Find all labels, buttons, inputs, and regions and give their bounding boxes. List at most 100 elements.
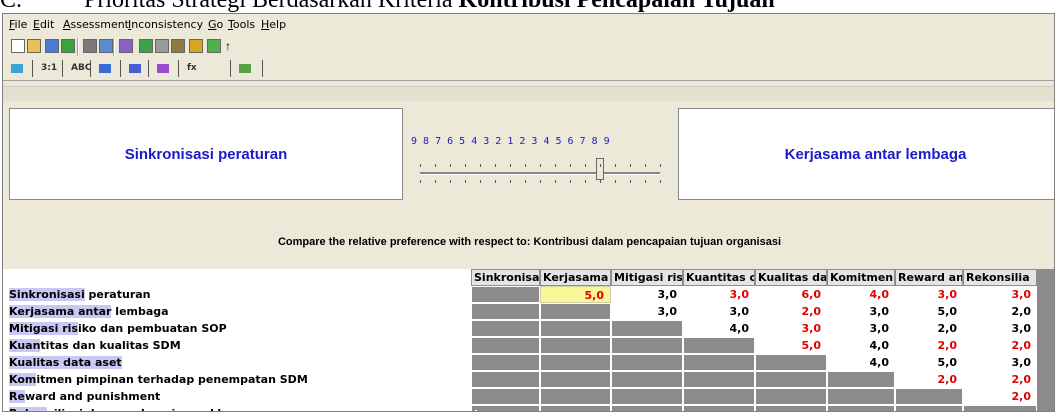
- row-label[interactable]: Rekonsiliasi dan pendampingan khusus: [9, 405, 471, 411]
- menu-inconsistency[interactable]: Inconsistency: [128, 18, 203, 31]
- column-header[interactable]: Kerjasama: [540, 269, 611, 286]
- matrix-cell-empty[interactable]: [471, 286, 540, 303]
- matrix-cell-empty[interactable]: [755, 405, 827, 411]
- menu-go[interactable]: Go: [208, 18, 223, 31]
- column-header[interactable]: Rekonsilia: [963, 269, 1037, 286]
- matrix-cell-empty[interactable]: [611, 371, 683, 388]
- matrix-cell[interactable]: 2,0: [895, 371, 963, 388]
- row-label[interactable]: Reward and punishment: [9, 388, 471, 405]
- matrix-cell[interactable]: 3,0: [683, 303, 755, 320]
- matrix-cell[interactable]: 3,0: [963, 320, 1037, 337]
- sync-icon[interactable]: [189, 39, 203, 53]
- row-label[interactable]: Mitigasi risiko dan pembuatan SOP: [9, 320, 471, 337]
- preview-icon[interactable]: [99, 39, 113, 53]
- column-header[interactable]: Komitmen: [827, 269, 895, 286]
- matrix-cell[interactable]: 2,0: [895, 337, 963, 354]
- column-header[interactable]: Reward an: [895, 269, 963, 286]
- tab-pairwise-verbal[interactable]: ABC: [67, 60, 91, 77]
- row-label[interactable]: Kuantitas dan kualitas SDM: [9, 337, 471, 354]
- menu-file[interactable]: File: [9, 18, 27, 31]
- row-label[interactable]: Kerjasama antar lembaga: [9, 303, 471, 320]
- row-label[interactable]: Komitmen pimpinan terhadap penempatan SD…: [9, 371, 471, 388]
- matrix-cell[interactable]: 3,0: [827, 320, 895, 337]
- matrix-cell-empty[interactable]: [471, 371, 540, 388]
- matrix-cell[interactable]: 5,0: [895, 303, 963, 320]
- arrow-up-icon[interactable]: ↑: [225, 39, 239, 53]
- matrix-cell[interactable]: 4,0: [827, 286, 895, 303]
- model-icon[interactable]: [119, 39, 133, 53]
- matrix-cell-empty[interactable]: [611, 320, 683, 337]
- matrix-cell-empty[interactable]: [683, 371, 755, 388]
- menu-tools[interactable]: Tools: [228, 18, 255, 31]
- green-doc-icon[interactable]: [139, 39, 153, 53]
- matrix-cell[interactable]: 4,0: [827, 354, 895, 371]
- matrix-cell-selected[interactable]: 5,0: [540, 286, 611, 303]
- tab-tree[interactable]: [7, 60, 33, 77]
- matrix-cell-empty[interactable]: [755, 354, 827, 371]
- tab-formula[interactable]: fx: [183, 60, 231, 77]
- menu-edit[interactable]: Edit: [33, 18, 54, 31]
- slider-track[interactable]: [420, 172, 660, 175]
- new-icon[interactable]: [11, 39, 25, 53]
- check-icon[interactable]: [61, 39, 75, 53]
- column-header[interactable]: Kuantitas c: [683, 269, 755, 286]
- gray-doc-icon[interactable]: [155, 39, 169, 53]
- matrix-cell-empty[interactable]: [540, 371, 611, 388]
- matrix-cell-empty[interactable]: [540, 337, 611, 354]
- matrix-cell[interactable]: 2,0: [755, 303, 827, 320]
- column-header[interactable]: Mitigasi ris: [611, 269, 683, 286]
- matrix-cell-empty[interactable]: [895, 405, 963, 411]
- matrix-cell-empty[interactable]: [895, 388, 963, 405]
- matrix-cell-empty[interactable]: [611, 354, 683, 371]
- matrix-cell-empty[interactable]: [683, 405, 755, 411]
- matrix-cell[interactable]: 3,0: [755, 320, 827, 337]
- column-header[interactable]: Kualitas da: [755, 269, 827, 286]
- tab-ratings[interactable]: [153, 60, 179, 77]
- matrix-cell-empty[interactable]: [471, 388, 540, 405]
- row-label[interactable]: Kualitas data aset: [9, 354, 471, 371]
- matrix-cell[interactable]: 3,0: [963, 286, 1037, 303]
- matrix-cell[interactable]: 4,0: [683, 320, 755, 337]
- matrix-cell[interactable]: 3,0: [683, 286, 755, 303]
- matrix-cell-empty[interactable]: [683, 354, 755, 371]
- matrix-cell[interactable]: 2,0: [963, 388, 1037, 405]
- matrix-cell[interactable]: 2,0: [963, 303, 1037, 320]
- matrix-cell-empty[interactable]: [611, 405, 683, 411]
- matrix-cell-empty[interactable]: [963, 405, 1037, 411]
- matrix-cell[interactable]: 4,0: [827, 337, 895, 354]
- matrix-cell[interactable]: 3,0: [827, 303, 895, 320]
- matrix-cell-empty[interactable]: [471, 320, 540, 337]
- matrix-cell-empty[interactable]: [755, 371, 827, 388]
- matrix-cell-empty[interactable]: [755, 388, 827, 405]
- menu-help[interactable]: Help: [261, 18, 286, 31]
- matrix-cell-empty[interactable]: [827, 371, 895, 388]
- matrix-cell[interactable]: 3,0: [611, 286, 683, 303]
- gear-icon[interactable]: [171, 39, 185, 53]
- matrix-cell-empty[interactable]: [611, 388, 683, 405]
- matrix-cell-empty[interactable]: [827, 388, 895, 405]
- matrix-cell-empty[interactable]: [471, 337, 540, 354]
- matrix-cell-empty[interactable]: [827, 405, 895, 411]
- matrix-cell[interactable]: 5,0: [755, 337, 827, 354]
- matrix-cell[interactable]: 2,0: [963, 337, 1037, 354]
- slider-thumb[interactable]: [596, 158, 604, 180]
- preference-slider[interactable]: 9 8 7 6 5 4 3 2 1 2 3 4 5 6 7 8 9: [411, 114, 669, 194]
- matrix-cell-empty[interactable]: [540, 388, 611, 405]
- column-header[interactable]: Sinkronisa: [471, 269, 540, 286]
- merge-icon[interactable]: [207, 39, 221, 53]
- tab-grid[interactable]: [235, 60, 263, 77]
- matrix-cell-empty[interactable]: [683, 337, 755, 354]
- matrix-cell-empty[interactable]: [540, 405, 611, 411]
- matrix-cell-empty[interactable]: [683, 388, 755, 405]
- save-icon[interactable]: [45, 39, 59, 53]
- matrix-cell[interactable]: 3,0: [611, 303, 683, 320]
- matrix-cell-empty[interactable]: [540, 354, 611, 371]
- matrix-cell-empty[interactable]: [540, 320, 611, 337]
- matrix-cell-empty[interactable]: [611, 337, 683, 354]
- matrix-cell-empty[interactable]: [471, 303, 540, 320]
- print-icon[interactable]: [83, 39, 97, 53]
- matrix-cell[interactable]: 2,0: [895, 320, 963, 337]
- open-icon[interactable]: [27, 39, 41, 53]
- matrix-cell[interactable]: 5,0: [895, 354, 963, 371]
- tab-pairwise-numeric[interactable]: 3:1: [37, 60, 63, 77]
